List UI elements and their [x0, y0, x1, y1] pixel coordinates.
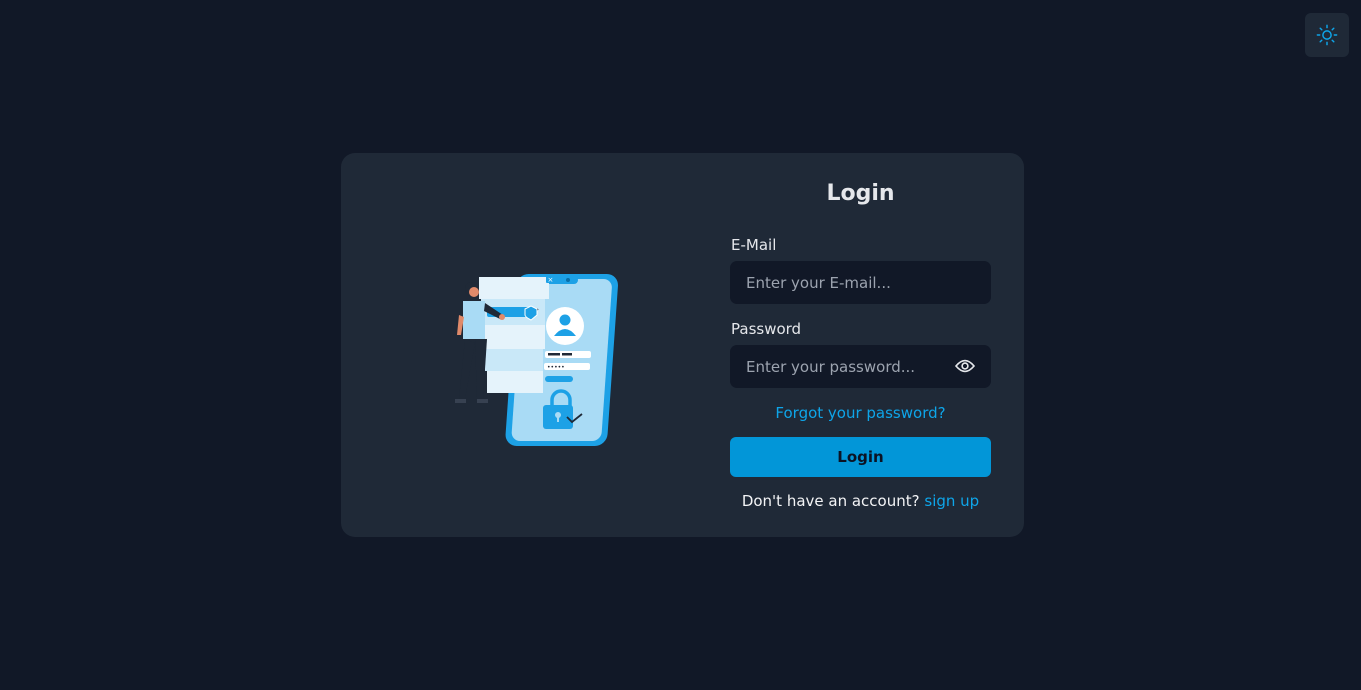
- signup-prompt: Don't have an account?: [741, 492, 920, 510]
- svg-text:•••••: •••••: [547, 364, 565, 371]
- login-button[interactable]: Login: [730, 437, 991, 477]
- eye-icon[interactable]: [954, 357, 976, 375]
- login-illustration: ••••• ×: [455, 274, 618, 446]
- svg-text:×: ×: [548, 276, 554, 284]
- password-input[interactable]: [730, 345, 991, 388]
- login-title: Login: [826, 181, 895, 206]
- email-label: E-Mail: [731, 236, 777, 254]
- sun-icon: [1316, 24, 1338, 46]
- signup-row: Don't have an account? sign up: [730, 492, 991, 510]
- signup-link[interactable]: sign up: [924, 492, 979, 510]
- login-card: ••••• × Login E-Mail Password: [341, 153, 1024, 537]
- theme-toggle-button[interactable]: [1305, 13, 1349, 57]
- email-input[interactable]: [730, 261, 991, 304]
- forgot-password-link[interactable]: Forgot your password?: [730, 404, 991, 422]
- password-label: Password: [731, 320, 802, 338]
